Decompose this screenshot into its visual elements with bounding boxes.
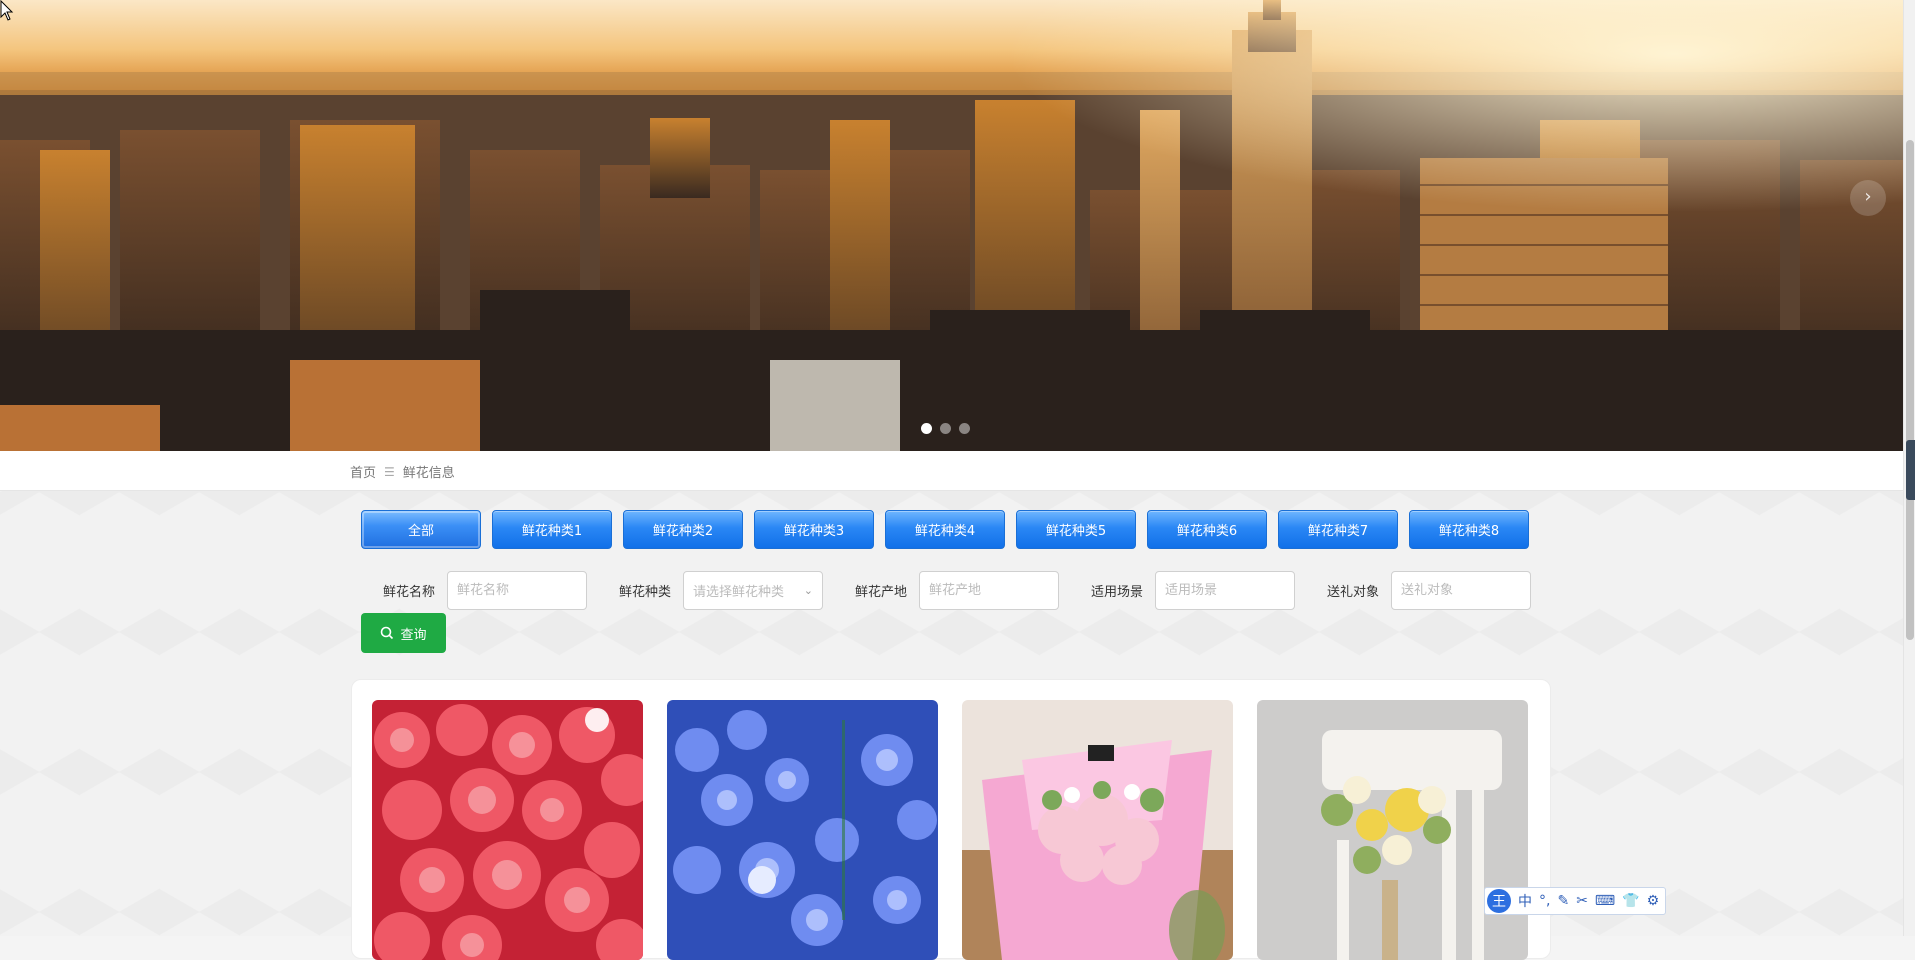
gift-target-field: 送礼对象	[1305, 571, 1531, 610]
product-card[interactable]	[667, 700, 938, 960]
product-card[interactable]	[372, 700, 643, 960]
breadcrumb-separator-icon: ☰	[384, 464, 395, 479]
search-button-label: 查询	[400, 627, 427, 643]
scene-label: 适用场景	[1090, 585, 1143, 600]
scene-field: 适用场景	[1069, 571, 1295, 610]
scrollbar-thumb[interactable]	[1906, 140, 1914, 640]
category-tab[interactable]: 鲜花种类3	[754, 510, 874, 549]
category-tab-all[interactable]: 全部	[361, 510, 481, 549]
ime-keyboard-icon[interactable]: ⌨	[1595, 893, 1615, 909]
category-tab[interactable]: 鲜花种类8	[1409, 510, 1529, 549]
category-tab[interactable]: 鲜花种类7	[1278, 510, 1398, 549]
breadcrumb: 首页 ☰ 鲜花信息	[350, 462, 455, 482]
main-content: 全部 鲜花种类1 鲜花种类2 鲜花种类3 鲜花种类4 鲜花种类5 鲜花种类6 鲜…	[0, 492, 1903, 960]
hero-banner: ›	[0, 0, 1903, 451]
flower-type-field: 鲜花种类 请选择鲜花种类 ⌄	[597, 571, 823, 610]
category-tab[interactable]: 鲜花种类4	[885, 510, 1005, 549]
side-panel-tab[interactable]	[1906, 440, 1915, 500]
breadcrumb-current: 鲜花信息	[402, 466, 455, 481]
category-tab[interactable]: 鲜花种类1	[492, 510, 612, 549]
chevron-down-icon: ⌄	[803, 584, 813, 597]
flower-type-label: 鲜花种类	[618, 585, 671, 600]
flower-name-field: 鲜花名称	[361, 571, 587, 610]
ime-skin-icon[interactable]: 👕	[1622, 893, 1639, 909]
carousel-dot[interactable]	[959, 423, 970, 434]
ime-chinese-mode[interactable]: 中	[1518, 891, 1532, 911]
flower-origin-input[interactable]	[919, 571, 1059, 610]
ime-scissors-icon[interactable]: ✂	[1576, 893, 1588, 909]
gift-target-input[interactable]	[1391, 571, 1531, 610]
search-icon	[381, 626, 394, 640]
ime-punctuation-icon[interactable]: °,	[1539, 893, 1550, 909]
flower-origin-field: 鲜花产地	[833, 571, 1059, 610]
carousel-next-arrow[interactable]: ›	[1850, 180, 1886, 216]
ime-toolbar: 王 中 °, ✎ ✂ ⌨ 👕 ⚙	[1484, 887, 1667, 915]
category-tab[interactable]: 鲜花种类5	[1016, 510, 1136, 549]
breadcrumb-home-link[interactable]: 首页	[350, 462, 376, 481]
gift-target-label: 送礼对象	[1326, 585, 1379, 600]
product-card[interactable]	[1257, 700, 1528, 960]
flower-type-placeholder: 请选择鲜花种类	[693, 585, 785, 600]
breadcrumb-bar: 首页 ☰ 鲜花信息	[0, 451, 1903, 491]
flower-name-label: 鲜花名称	[382, 585, 435, 600]
search-button[interactable]: 查询	[361, 613, 446, 653]
carousel-dots	[921, 423, 970, 434]
red-roses-image	[372, 700, 643, 960]
flower-type-select[interactable]: 请选择鲜花种类 ⌄	[683, 571, 823, 610]
category-tab[interactable]: 鲜花种类2	[623, 510, 743, 549]
carousel-dot[interactable]	[921, 423, 932, 434]
flower-name-input[interactable]	[447, 571, 587, 610]
carousel-dot[interactable]	[940, 423, 951, 434]
category-tab[interactable]: 鲜花种类6	[1147, 510, 1267, 549]
category-tabs: 全部 鲜花种类1 鲜花种类2 鲜花种类3 鲜花种类4 鲜花种类5 鲜花种类6 鲜…	[361, 510, 1529, 549]
ime-settings-icon[interactable]: ⚙	[1647, 893, 1660, 909]
product-card[interactable]	[962, 700, 1233, 960]
ime-handwriting-icon[interactable]: ✎	[1557, 893, 1569, 909]
ime-logo-icon[interactable]: 王	[1487, 889, 1511, 913]
blue-hydrangea-image	[667, 700, 938, 960]
mouse-cursor-icon	[0, 0, 14, 21]
pink-bouquet-image	[962, 700, 1233, 960]
city-skyline-image	[0, 0, 1903, 451]
product-grid	[351, 679, 1551, 960]
yellow-bouquet-image	[1257, 700, 1528, 960]
scene-input[interactable]	[1155, 571, 1295, 610]
flower-origin-label: 鲜花产地	[854, 585, 907, 600]
